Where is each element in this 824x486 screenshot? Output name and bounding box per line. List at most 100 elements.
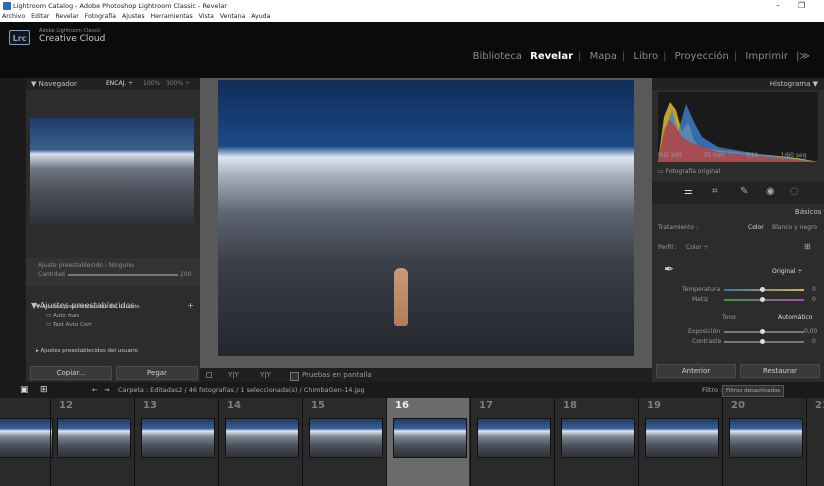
treatment-label: Tratamiento : [658,224,698,231]
navigator-title: Navegador [38,80,77,88]
zoom-300-option[interactable]: 300% ÷ [166,78,190,90]
treatment-bw-option[interactable]: Blanco y negro [772,224,817,231]
temperature-knob[interactable] [760,287,765,292]
grid-view-icon[interactable]: ⊞ [40,382,48,398]
before-after-icon[interactable]: Y|Y [228,368,239,382]
menu-ajustes[interactable]: Ajustes [122,13,145,20]
window-title: Lightroom Catalog - Adobe Photoshop Ligh… [13,2,227,10]
filmstrip-cell[interactable]: 15 [302,398,385,486]
filmstrip-thumbnail [477,418,551,458]
filmstrip-cell[interactable] [0,398,55,486]
module-mapa[interactable]: Mapa [590,51,617,62]
filmstrip-cell[interactable]: 14 [218,398,301,486]
zoom-100-option[interactable]: 100% [143,78,160,90]
navigator-preview[interactable] [30,118,194,224]
original-photo-label[interactable]: ▭ Fotografía original [658,168,720,175]
sliders-icon[interactable]: ⚌ [684,186,693,197]
module-more-button[interactable]: |≫ [796,51,810,62]
crop-icon[interactable]: ⌗ [712,186,718,197]
preset-amount-slider[interactable] [68,274,178,276]
module-libro[interactable]: Libro [633,51,658,62]
module-proyeccion[interactable]: Proyección [675,51,729,62]
filmstrip-number: 17 [479,400,493,411]
filmstrip-thumbnail [645,418,719,458]
filmstrip-cell[interactable]: 19 [638,398,721,486]
filmstrip-thumbnail [57,418,131,458]
masking-icon[interactable]: ◌ [790,186,799,197]
module-biblioteca[interactable]: Biblioteca [473,51,522,62]
filmstrip-number: 20 [731,400,745,411]
exposure-value: 0,00 [804,328,818,335]
navigator-header[interactable]: ▼ Navegador ENCAJ. ÷ 100% 300% ÷ [26,78,200,90]
minimize-button[interactable]: – [776,0,780,12]
before-after-split-icon[interactable]: Y|Y [260,368,271,382]
auto-tone-button[interactable]: Automático [778,314,812,321]
profile-browser-icon[interactable]: ⊞ [804,242,811,251]
navigator-image [30,118,194,224]
tint-knob[interactable] [760,297,765,302]
photo-subject [394,268,408,326]
contrast-knob[interactable] [760,339,765,344]
filmstrip-number: 14 [227,400,241,411]
module-imprimir[interactable]: Imprimir [745,51,788,62]
filmstrip-cell[interactable]: 12 [50,398,133,486]
exposure-label: Exposición [688,328,721,335]
menu-vista[interactable]: Vista [199,13,214,20]
filmstrip-number: 16 [395,400,409,411]
wb-eyedropper-icon[interactable]: ✒ [664,262,674,276]
next-photo-icon[interactable]: → [104,382,109,398]
filmstrip-cell[interactable]: 13 [134,398,217,486]
menu-herramientas[interactable]: Herramientas [151,13,193,20]
profile-select[interactable]: Color ÷ [686,244,709,251]
menu-fotografia[interactable]: Fotografía [85,13,116,20]
reset-button[interactable]: Restaurar [740,364,820,378]
prev-photo-icon[interactable]: ← [92,382,97,398]
preset-item[interactable]: ▭ Auto mas [46,313,79,319]
loupe-view-icon[interactable]: □ [206,368,213,382]
treatment-color-option[interactable]: Color [748,224,764,231]
red-eye-icon[interactable]: ◉ [766,186,775,197]
soft-proof-checkbox[interactable] [290,372,299,381]
basic-header[interactable]: Básicos ▼ [652,206,824,218]
previous-button[interactable]: Anterior [656,364,736,378]
menu-ayuda[interactable]: Ayuda [251,13,270,20]
histogram-info: ISO 100 35 mm f/11 1/60 seg [658,152,807,159]
histogram-title: Histograma [769,80,811,88]
paste-button[interactable]: Pegar [116,366,198,380]
filmstrip-cell[interactable]: 18 [554,398,637,486]
profile-label: Perfil : [658,244,677,251]
user-presets-group-2[interactable]: ▸ Ajustes preestablecidos del usuario [36,348,138,354]
menu-revelar[interactable]: Revelar [55,13,78,20]
filter-select[interactable]: Filtros desactivados [722,385,785,397]
menu-archivo[interactable]: Archivo [2,13,25,20]
filmstrip-cell[interactable]: 17 [470,398,553,486]
filmstrip-number: 19 [647,400,661,411]
exposure-knob[interactable] [760,329,765,334]
copy-button[interactable]: Copiar... [30,366,112,380]
zoom-fit-option[interactable]: ENCAJ. ÷ [106,78,133,90]
filmstrip-cell-selected[interactable]: 16 [386,398,469,486]
main-photo[interactable] [218,80,634,356]
filmstrip-cell[interactable]: 21 [806,398,824,486]
menu-editar[interactable]: Editar [31,13,49,20]
brand-big-text: Creative Cloud [39,34,106,44]
filmstrip-thumbnail [0,418,53,458]
maximize-button[interactable]: ❐ [798,0,805,12]
filmstrip-number: 21 [815,400,824,411]
module-revelar[interactable]: Revelar [530,51,573,62]
wb-select[interactable]: Original ÷ [772,268,802,275]
filmstrip-path[interactable]: Carpeta : Editadas2 / 46 fotografías / 1… [118,382,365,398]
preset-amount-value: 100 [180,271,192,278]
menu-ventana[interactable]: Ventana [220,13,245,20]
filmstrip-thumbnail [309,418,383,458]
user-presets-group[interactable]: ▼ Ajustes preestablecidos del usuario [36,304,140,310]
contrast-label: Contraste [692,338,722,345]
module-picker: Biblioteca Revelar | Mapa | Libro | Proyecc… [472,51,810,62]
healing-brush-icon[interactable]: ✎ [740,186,748,197]
add-preset-button[interactable]: + [187,300,194,312]
histogram-header[interactable]: Histograma ▼ [652,78,824,90]
second-window-icon[interactable]: ▣ [20,382,29,398]
filmstrip-thumbnail [729,418,803,458]
preset-item[interactable]: ▭ Test Auto Corr [46,322,92,328]
filmstrip-cell[interactable]: 20 [722,398,805,486]
